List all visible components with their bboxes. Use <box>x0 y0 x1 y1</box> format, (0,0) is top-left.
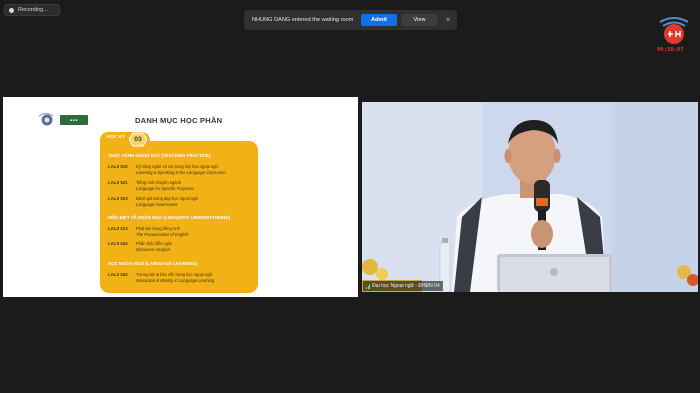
course-name-en: Language for Specific Purposes <box>136 186 195 191</box>
course-code: LALS 510 <box>108 164 128 169</box>
course-name-vi: Phân tích diễn ngôn <box>136 241 173 246</box>
shared-screen-slide: ■ ■ ■ DANH MỤC HỌC PHẦN HỌC KỲ 03 THỰC H… <box>3 97 358 297</box>
course-item: LALS 544 Phân tích diễn ngôn Discourse A… <box>108 241 253 257</box>
waiting-room-message: NHUNG DANG entered the waiting room <box>252 17 354 23</box>
participant-name-tag: Đại học Ngoại ngữ - ĐHĐN 04 <box>363 281 443 291</box>
participant-name: Đại học Ngoại ngữ - ĐHĐN 04 <box>372 283 440 289</box>
participant-video[interactable] <box>362 102 698 292</box>
course-name-en: Language Assessment <box>136 202 178 207</box>
recording-label: Recording... <box>18 7 48 13</box>
course-code: LALS 544 <box>108 241 128 246</box>
slide-title: DANH MỤC HỌC PHẦN <box>135 116 223 125</box>
semester-number: 03 <box>134 136 142 143</box>
recording-indicator[interactable]: Recording... <box>4 4 60 16</box>
waiting-room-notification: NHUNG DANG entered the waiting room Admi… <box>244 10 457 30</box>
section-title: THỰC HÀNH GIẢNG DẠY (TEACHING PRACTICE) <box>108 153 211 158</box>
university-logo-icon <box>659 17 689 44</box>
course-code: LALS 521 <box>108 180 128 185</box>
course-name-en: Interaction & Identity in Language Learn… <box>136 278 215 283</box>
signal-icon <box>366 283 371 289</box>
course-name-en: Listening & Speaking in the Language Cla… <box>136 170 226 175</box>
course-item: LALS 521 Tiếng Anh chuyên ngành Language… <box>108 180 253 196</box>
course-item: LALS 510 Kỹ năng nghe và nói trong lớp h… <box>108 164 253 180</box>
course-name-vi: Kỹ năng nghe và nói trong lớp học ngoại … <box>136 164 219 169</box>
course-name-en: Discourse Analysis <box>136 247 171 252</box>
course-code: LALS 513 <box>108 226 128 231</box>
admit-button[interactable]: Admit <box>361 14 397 26</box>
section-title: HỌC NGOẠI NGỮ (LANGUAGE LEARNING) <box>108 261 198 266</box>
course-item: LALS 513 Phát âm trong tiếng Anh The Pro… <box>108 226 253 242</box>
record-dot-icon <box>9 7 14 13</box>
course-item: LALS 523 Đánh giá trong dạy-học ngoại ng… <box>108 196 253 212</box>
time-display: 09:38:07 <box>657 47 684 53</box>
course-name-en: The Pronunciation of English <box>136 232 189 237</box>
course-code: LALS 542 <box>108 272 128 277</box>
university-seal-icon <box>38 112 54 126</box>
partner-logo-icon: ■ ■ ■ <box>60 115 88 125</box>
close-icon[interactable]: × <box>443 14 453 26</box>
course-name-vi: Đánh giá trong dạy-học ngoại ngữ <box>136 196 199 201</box>
course-code: LALS 523 <box>108 196 128 201</box>
speaker-video-feed <box>362 102 698 292</box>
section-title: HIỂU BIẾT VỀ NGÔN NGỮ (LINGUISTIC UNDERS… <box>108 215 231 220</box>
course-name-vi: Tiếng Anh chuyên ngành <box>136 180 182 185</box>
course-name-vi: Tương tác & bản sắc trong học ngoại ngữ <box>136 272 213 277</box>
course-name-vi: Phát âm trong tiếng Anh <box>136 226 180 231</box>
view-button[interactable]: View <box>402 14 437 26</box>
course-item: LALS 542 Tương tác & bản sắc trong học n… <box>108 272 253 288</box>
semester-label: HỌC KỲ <box>107 134 125 139</box>
